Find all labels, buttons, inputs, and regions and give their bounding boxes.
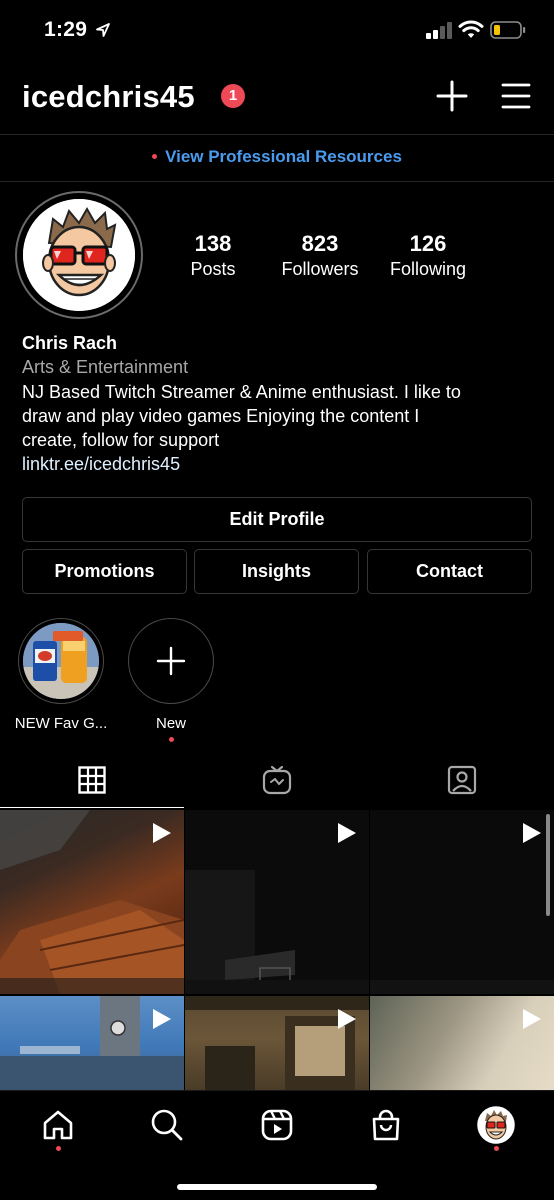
profile-activity-dot	[494, 1146, 499, 1151]
profile-name: Chris Rach	[22, 333, 118, 353]
avatar-cartoon-image	[23, 199, 135, 311]
followers-label: Followers	[281, 259, 359, 279]
home-indicator[interactable]	[177, 1184, 377, 1190]
insights-button[interactable]: Insights	[194, 549, 359, 594]
posts-stat[interactable]: 138 Posts	[180, 231, 246, 281]
profile-tabs	[0, 752, 554, 808]
post-thumbnail[interactable]	[370, 996, 554, 1090]
post-thumbnail[interactable]	[0, 996, 184, 1090]
bio-link[interactable]: linktr.ee/icedchris45	[22, 452, 542, 476]
profile-header: icedchris45 1	[0, 62, 554, 134]
igtv-icon	[262, 765, 292, 795]
notification-badge[interactable]: 1	[221, 84, 245, 108]
play-icon	[338, 823, 356, 843]
post-thumbnail[interactable]	[370, 810, 554, 994]
following-count: 126	[409, 231, 447, 256]
play-icon	[523, 1009, 541, 1029]
shop-icon	[372, 1109, 400, 1141]
followers-stat[interactable]: 823 Followers	[272, 231, 368, 281]
post-thumbnail[interactable]	[185, 996, 369, 1090]
promotions-button[interactable]: Promotions	[22, 549, 187, 594]
play-icon	[523, 823, 541, 843]
tab-tagged[interactable]	[370, 752, 554, 808]
home-icon	[43, 1110, 73, 1140]
bio-line: create, follow for support	[22, 430, 220, 451]
bio-line: NJ Based Twitch Streamer & Anime enthusi…	[22, 381, 461, 402]
new-highlight-label: New	[155, 715, 186, 732]
view-professional-resources-link[interactable]: View Professional Resources	[165, 147, 402, 166]
location-arrow-icon	[96, 23, 110, 37]
new-indicator-dot	[168, 737, 174, 742]
nav-search[interactable]	[147, 1105, 187, 1145]
status-bar: 1:29	[0, 0, 554, 62]
profile-bio: Chris Rach Arts & Entertainment NJ Based…	[22, 331, 542, 477]
menu-icon[interactable]	[501, 81, 531, 111]
followers-count: 823	[301, 231, 339, 256]
wifi-icon	[458, 20, 484, 38]
home-activity-dot	[56, 1146, 61, 1151]
plus-icon[interactable]	[436, 80, 468, 112]
posts-count: 138	[194, 231, 232, 256]
new-highlight-ring	[128, 618, 214, 704]
play-icon	[153, 823, 171, 843]
story-highlight[interactable]: NEW Fav G...	[15, 618, 107, 732]
contact-button[interactable]: Contact	[367, 549, 532, 594]
posts-label: Posts	[190, 259, 236, 279]
grid-icon	[78, 765, 106, 794]
edit-profile-button[interactable]: Edit Profile	[22, 497, 532, 542]
plus-icon	[156, 646, 186, 676]
play-icon	[153, 1009, 171, 1029]
nav-home[interactable]	[38, 1105, 78, 1145]
nav-shop[interactable]	[366, 1105, 406, 1145]
new-highlight-button[interactable]: New	[127, 618, 215, 742]
account-switcher-username[interactable]: icedchris45	[22, 79, 195, 115]
profile-category: Arts & Entertainment	[22, 357, 189, 378]
signal-icon	[426, 22, 452, 39]
highlight-label: NEW Fav G...	[14, 715, 108, 732]
following-stat[interactable]: 126 Following	[380, 231, 476, 281]
profile-avatar[interactable]	[15, 191, 143, 319]
nav-profile[interactable]	[476, 1105, 516, 1145]
reels-icon	[261, 1109, 293, 1141]
professional-resources-bar[interactable]: View Professional Resources	[0, 134, 554, 182]
nav-reels[interactable]	[257, 1105, 297, 1145]
tagged-icon	[447, 765, 477, 795]
search-icon	[151, 1109, 183, 1141]
scrollbar[interactable]	[546, 814, 550, 916]
post-thumbnail[interactable]	[0, 810, 184, 994]
following-label: Following	[389, 259, 467, 279]
status-time: 1:29	[44, 18, 88, 41]
battery-icon	[490, 21, 526, 39]
bio-line: draw and play video games Enjoying the c…	[22, 405, 420, 426]
tab-posts-grid[interactable]	[0, 752, 184, 808]
highlight-ring	[18, 618, 104, 704]
play-icon	[338, 1009, 356, 1029]
post-thumbnail[interactable]	[185, 810, 369, 994]
tab-igtv[interactable]	[185, 752, 369, 808]
new-indicator-dot	[152, 153, 158, 159]
profile-avatar-icon	[477, 1106, 515, 1144]
posts-grid	[0, 810, 554, 1090]
highlight-cover-image	[23, 623, 99, 699]
